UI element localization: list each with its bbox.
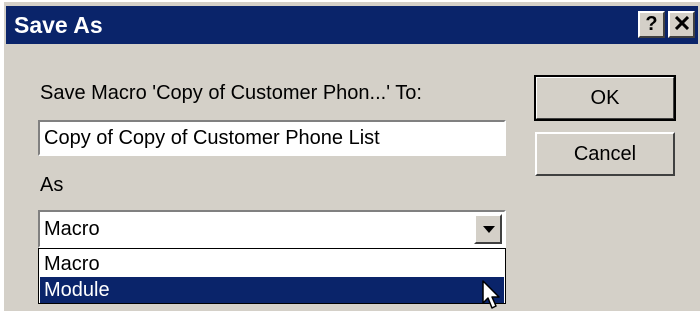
close-button[interactable]	[668, 11, 695, 38]
dropdown-arrow-button[interactable]	[474, 214, 502, 244]
save-prompt-label: Save Macro 'Copy of Customer Phon...' To…	[40, 82, 422, 104]
help-button[interactable]: ?	[638, 11, 665, 38]
macro-name-input[interactable]: Copy of Copy of Customer Phone List	[38, 120, 506, 156]
as-label: As	[40, 174, 64, 196]
title-bar: Save As ?	[6, 6, 698, 44]
option-macro[interactable]: Macro	[40, 251, 504, 277]
save-as-dialog: Save As ? Save Macro 'Copy of Customer P…	[2, 0, 700, 311]
as-type-dropdown-list: Macro Module	[38, 248, 506, 304]
ok-button[interactable]: OK	[534, 75, 676, 121]
as-type-selected-value: Macro	[44, 218, 100, 240]
close-icon	[674, 13, 689, 36]
option-module[interactable]: Module	[40, 277, 504, 303]
mouse-pointer-icon	[482, 280, 504, 315]
dialog-title: Save As	[14, 12, 103, 38]
help-icon: ?	[645, 13, 658, 35]
cancel-button[interactable]: Cancel	[535, 132, 675, 176]
as-type-select[interactable]: Macro	[38, 210, 506, 248]
